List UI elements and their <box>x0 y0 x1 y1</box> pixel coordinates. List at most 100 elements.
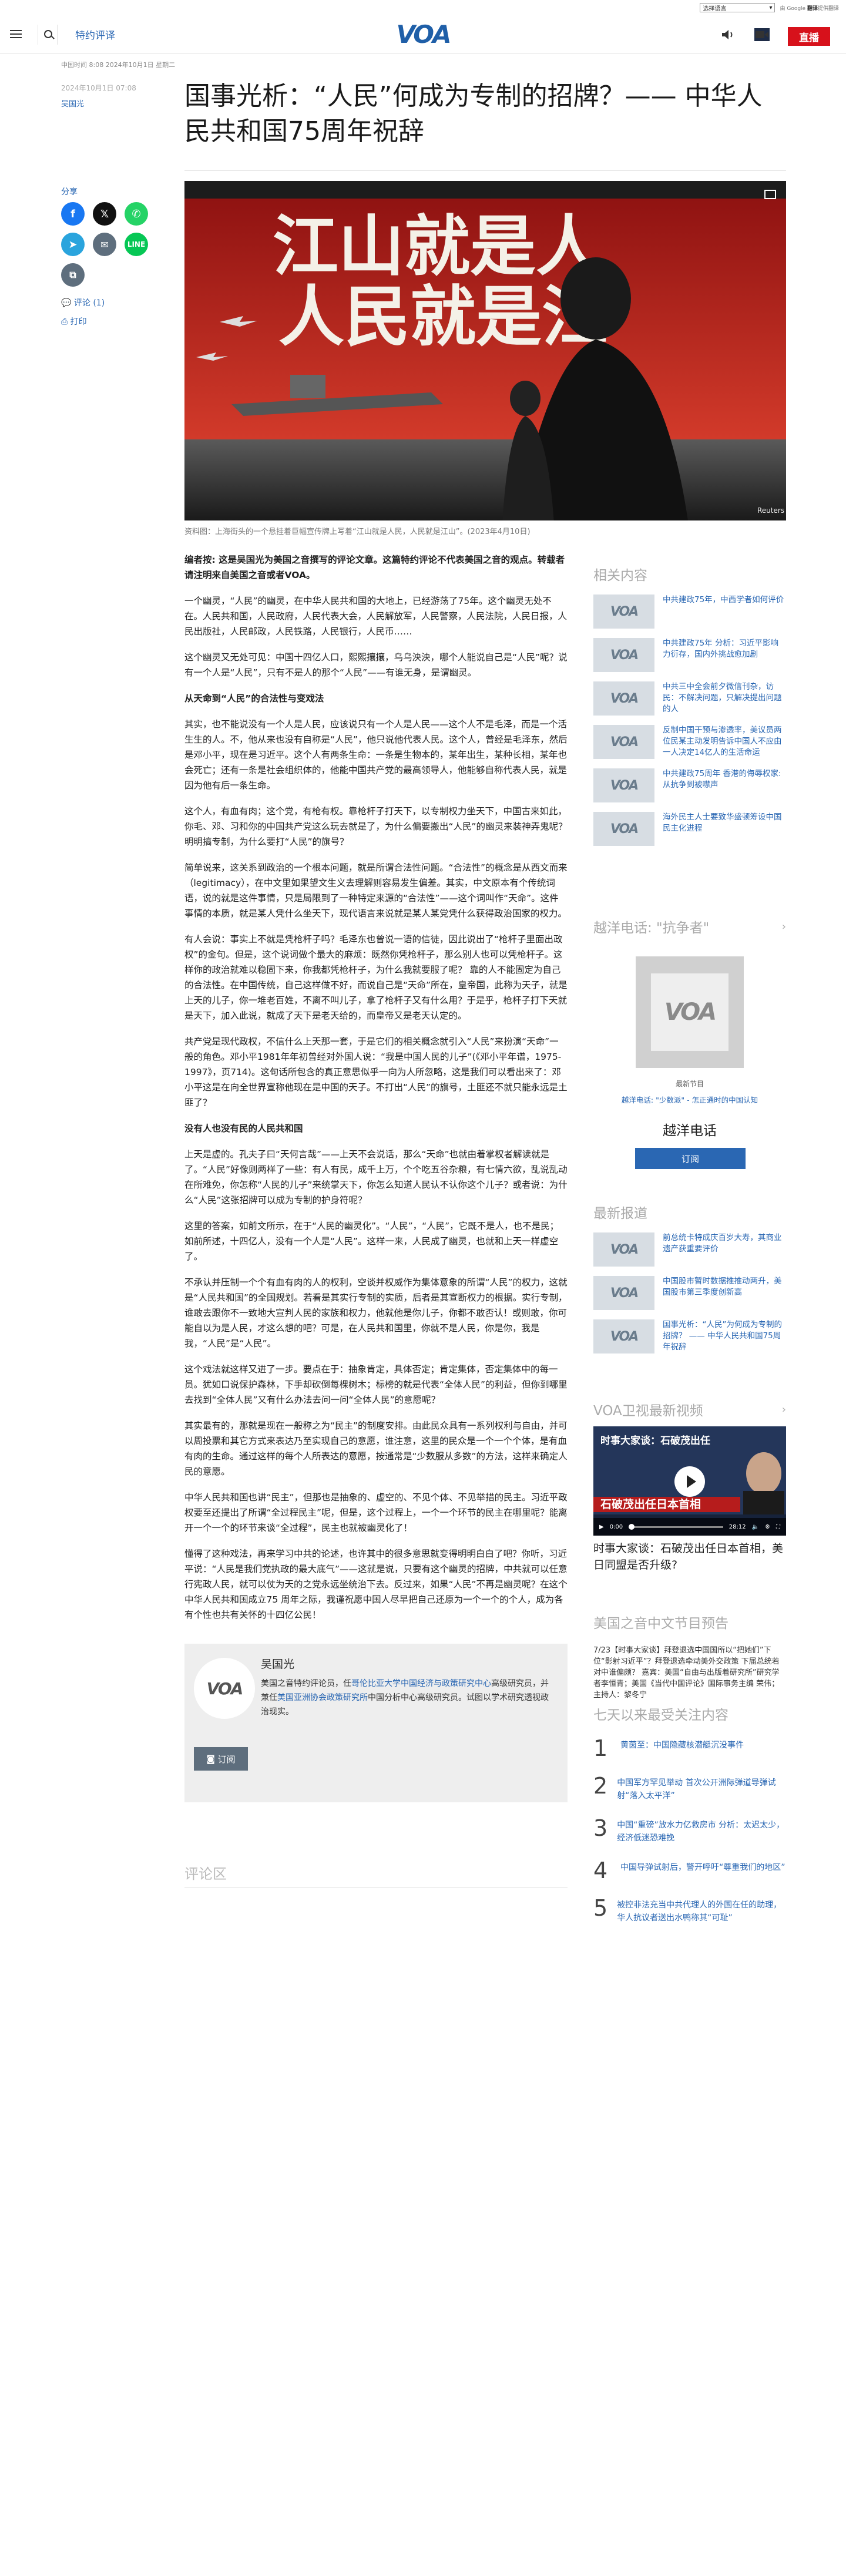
copy-link-icon[interactable]: ⧉ <box>61 263 85 287</box>
article-title: 国事光析：“人民”何成为专制的招牌？—— 中华人民共和国75周年祝辞 <box>184 81 763 146</box>
radio-program-name: 越洋电话 <box>663 1123 717 1138</box>
most-read-item[interactable]: 4 中国导弹试射后，警开呼吁“尊重我们的地区” <box>593 1859 786 1882</box>
latest-item-title[interactable]: 前总统卡特成庆百岁大寿，其商业遗产获重要评价 <box>663 1232 786 1255</box>
related-item-title[interactable]: 中共建政75年，中西学者如何评价 <box>663 595 784 606</box>
share-row-3: ⧉ <box>61 263 85 287</box>
article-paragraph: 懂得了这种戏法，再来学习中共的论述，也许其中的很多意思就变得明明白白了吧？你听，… <box>184 1549 568 1620</box>
author-subscribe-button[interactable]: ◙ 订阅 <box>194 1747 248 1771</box>
comments-heading: 评论区 <box>184 1866 227 1882</box>
related-item-title[interactable]: 中共建政75年 分析：习近平影响力衍存，国内外挑战愈加剧 <box>663 638 786 660</box>
share-label: 分享 <box>61 187 78 197</box>
dateline: 中国时间 8:08 2024年10月1日 星期二 <box>61 61 176 69</box>
hero-banner-line-1: 江山就是人 <box>273 208 602 285</box>
language-select[interactable]: 选择语言 ▾ <box>700 3 776 12</box>
x-twitter-icon[interactable]: 𝕏 <box>93 202 116 226</box>
hero-banner-line-2: 人民就是江 <box>278 278 607 355</box>
voa-logo-thumb: VOA <box>593 725 654 759</box>
related-item[interactable]: VOA 中共建政75年 分析：习近平影响力衍存，国内外挑战愈加剧 <box>593 638 786 674</box>
menu-icon[interactable] <box>9 28 22 40</box>
radio-thumbnail[interactable]: VOA <box>636 956 744 1068</box>
translate-link[interactable]: 翻译 <box>807 6 818 12</box>
related-item-title[interactable]: 中共建政75周年 香港的侮辱权家:从抗争到被噤声 <box>663 768 786 791</box>
bio-link-asia-society[interactable]: 美国亚洲协会政策研究所 <box>277 1693 368 1702</box>
most-read-title[interactable]: 中国军方罕见举动 首次公开洲际弹道导弹试射“落入太平洋” <box>617 1774 786 1802</box>
article-paragraph: 中华人民共和国也讲“民主”，但那也是抽象的、虚空的、不见个体、不见举措的民主。习… <box>184 1492 568 1533</box>
whatsapp-icon[interactable]: ✆ <box>125 202 148 226</box>
author-avatar: VOA <box>194 1658 255 1719</box>
publish-date: 2024年10月1日 07:08 <box>61 84 136 92</box>
most-read-title[interactable]: 中国导弹试射后，警开呼吁“尊重我们的地区” <box>620 1859 785 1874</box>
line-icon[interactable]: LINE <box>125 233 148 256</box>
utility-bar: 选择语言 ▾ 由 Google 翻译提供翻译 <box>0 0 846 15</box>
video-heading[interactable]: VOA卫视最新视频 › <box>593 1399 786 1419</box>
related-item[interactable]: VOA 海外民主人士要致华盛顿筹设中国民主化进程 <box>593 812 786 848</box>
print-link[interactable]: ⎙ 打印 <box>61 315 87 327</box>
video-section: VOA卫视最新视频 › <box>593 1399 786 1419</box>
video-title[interactable]: 时事大家谈：石破茂出任日本首相，美日同盟是否升级? <box>593 1540 786 1573</box>
most-read-item[interactable]: 3 中国“重磅”放水力亿救房市 分析：太迟太少，经济低迷恐难挽 <box>593 1816 786 1845</box>
related-item-title[interactable]: 中共三中全会前夕微信刊杂，访民：不解决问题，只解决提出问题的人 <box>663 681 786 715</box>
rank-number: 1 <box>593 1735 608 1761</box>
telegram-icon[interactable]: ➤ <box>61 233 85 256</box>
email-icon[interactable]: ✉ <box>93 233 116 256</box>
related-item-title[interactable]: 海外民主人士要致华盛顿筹设中国民主化进程 <box>663 812 786 834</box>
most-read-item[interactable]: 2 中国军方罕见举动 首次公开洲际弹道导弹试射“落入太平洋” <box>593 1774 786 1802</box>
related-item[interactable]: VOA 中共建政75年，中西学者如何评价 <box>593 595 786 631</box>
share-row: f 𝕏 ✆ <box>61 202 148 226</box>
most-read-title[interactable]: 被控非法充当中共代理人的外国在任的助理，华人抗议者送出水鸭称其“可耻” <box>617 1896 786 1925</box>
latest-item[interactable]: VOA 前总统卡特成庆百岁大寿，其商业遗产获重要评价 <box>593 1232 786 1269</box>
radio-section: 越洋电话: "抗争者" › <box>593 916 786 936</box>
related-section: 相关内容 VOA 中共建政75年，中西学者如何评价 VOA 中共建政75年 分析：习近… <box>593 564 786 855</box>
radio-heading[interactable]: 越洋电话: "抗争者" › <box>593 916 786 936</box>
facebook-icon[interactable]: f <box>61 202 85 226</box>
latest-item[interactable]: VOA 国事光析：“人民”为何成为专制的招牌？ —— 中华人民共和国75周年祝辞 <box>593 1319 786 1356</box>
play-small-icon[interactable]: ▶ <box>599 1524 604 1530</box>
editor-note: 编者按: 这是吴国光为美国之音撰写的评论文章。这篇特约评论不代表美国之音的观点。… <box>184 555 565 580</box>
most-read-item[interactable]: 5 被控非法充当中共代理人的外国在任的助理，华人抗议者送出水鸭称其“可耻” <box>593 1896 786 1925</box>
voa-logo[interactable]: VOA <box>392 20 454 49</box>
related-item[interactable]: VOA 反制中国干预与渗透率，美议员两位民某主动发明告诉中国人不应由一人决定14亿… <box>593 725 786 761</box>
video-icon[interactable] <box>754 28 770 41</box>
programs-heading: 美国之音中文节目预告 <box>593 1616 728 1631</box>
comments-link[interactable]: 💬 评论 (1) <box>61 297 105 308</box>
radio-episode-link[interactable]: 越洋电话: "少数派" - 怎正通时的中国认知 <box>593 1094 786 1105</box>
related-item[interactable]: VOA 中共三中全会前夕微信刊杂，访民：不解决问题，只解决提出问题的人 <box>593 681 786 718</box>
article-paragraph: 这里的答案，如前文所示，在于“人民的幽灵化”。“人民”，“人民”，它既不是人，也… <box>184 1221 559 1262</box>
video-progress-slider[interactable] <box>629 1523 723 1530</box>
search-icon[interactable] <box>38 25 58 45</box>
most-read-title[interactable]: 黄茵至：中国隐藏核潜艇沉没事件 <box>620 1737 744 1752</box>
fullscreen-icon[interactable]: ⛶ <box>776 1524 780 1530</box>
video-player[interactable]: 时事大家谈：石破茂出任 石破茂出任日本首相 ▶ 0:00 28:12 🔈 ⚙ ⛶ <box>593 1426 786 1536</box>
live-button[interactable]: 直播 <box>788 27 830 46</box>
radio-subscribe-button[interactable]: 订阅 <box>635 1148 746 1169</box>
author-name[interactable]: 吴国光 <box>261 1655 294 1671</box>
voa-logo-thumb: VOA <box>593 681 654 716</box>
rank-number: 4 <box>593 1858 608 1883</box>
share-row-2: ➤ ✉ LINE <box>61 233 148 256</box>
most-read-title[interactable]: 中国“重磅”放水力亿救房市 分析：太迟太少，经济低迷恐难挽 <box>617 1816 786 1845</box>
article-paragraph: 其实，也不能说没有一个人是人民，应该说只有一个人是人民——这个人不是毛泽，而是一… <box>184 719 568 791</box>
rank-number: 5 <box>593 1895 608 1921</box>
latest-section: 最新报道 VOA 前总统卡特成庆百岁大寿，其商业遗产获重要评价 VOA 中国股市暂时数… <box>593 1202 786 1363</box>
hero-illustration: 江山就是人 人民就是江 Reuters <box>184 181 786 520</box>
author-bio: 美国之音特约评论员，任哥伦比亚大学中国经济与政策研究中心高级研究员，并兼任美国亚… <box>261 1679 549 1717</box>
play-icon[interactable] <box>674 1466 705 1497</box>
latest-item[interactable]: VOA 中国股市暂时数据推推动两升，美国股市第三季度创新高 <box>593 1276 786 1312</box>
article-subheading: 从天命到“人民”的合法性与变戏法 <box>184 693 324 704</box>
chevron-right-icon: › <box>781 1403 786 1416</box>
author-link[interactable]: 吴国光 <box>61 98 84 109</box>
related-item-title[interactable]: 反制中国干预与渗透率，美议员两位民某主动发明告诉中国人不应由一人决定14亿人的生… <box>663 725 786 758</box>
section-link[interactable]: 特约评译 <box>75 27 115 42</box>
latest-item-title[interactable]: 国事光析：“人民”为何成为专制的招牌？ —— 中华人民共和国75周年祝辞 <box>663 1319 786 1353</box>
audio-icon[interactable] <box>720 28 736 41</box>
voa-logo-thumb: VOA <box>651 973 728 1051</box>
latest-item-title[interactable]: 中国股市暂时数据推推动两升，美国股市第三季度创新高 <box>663 1276 786 1298</box>
most-read-list: 1 黄茵至：中国隐藏核潜艇沉没事件 2 中国军方罕见举动 首次公开洲际弹道导弹试射“落… <box>593 1737 786 1939</box>
volume-icon[interactable]: 🔈 <box>752 1524 759 1530</box>
related-item[interactable]: VOA 中共建政75周年 香港的侮辱权家:从抗争到被噤声 <box>593 768 786 805</box>
bio-link-columbia[interactable]: 哥伦比亚大学中国经济与政策研究中心 <box>351 1679 491 1688</box>
article-paragraph: 简单说来，这关系到政治的一个根本问题，就是所谓合法性问题。“合法性”的概念是从西… <box>184 862 568 919</box>
article-paragraph: 上天是虚的。孔夫子曰“天何言哉”——上天不会说话，那么“天命”也就由着掌权者解读… <box>184 1149 568 1205</box>
settings-icon[interactable]: ⚙ <box>765 1524 770 1530</box>
most-read-item[interactable]: 1 黄茵至：中国隐藏核潜艇沉没事件 <box>593 1737 786 1760</box>
